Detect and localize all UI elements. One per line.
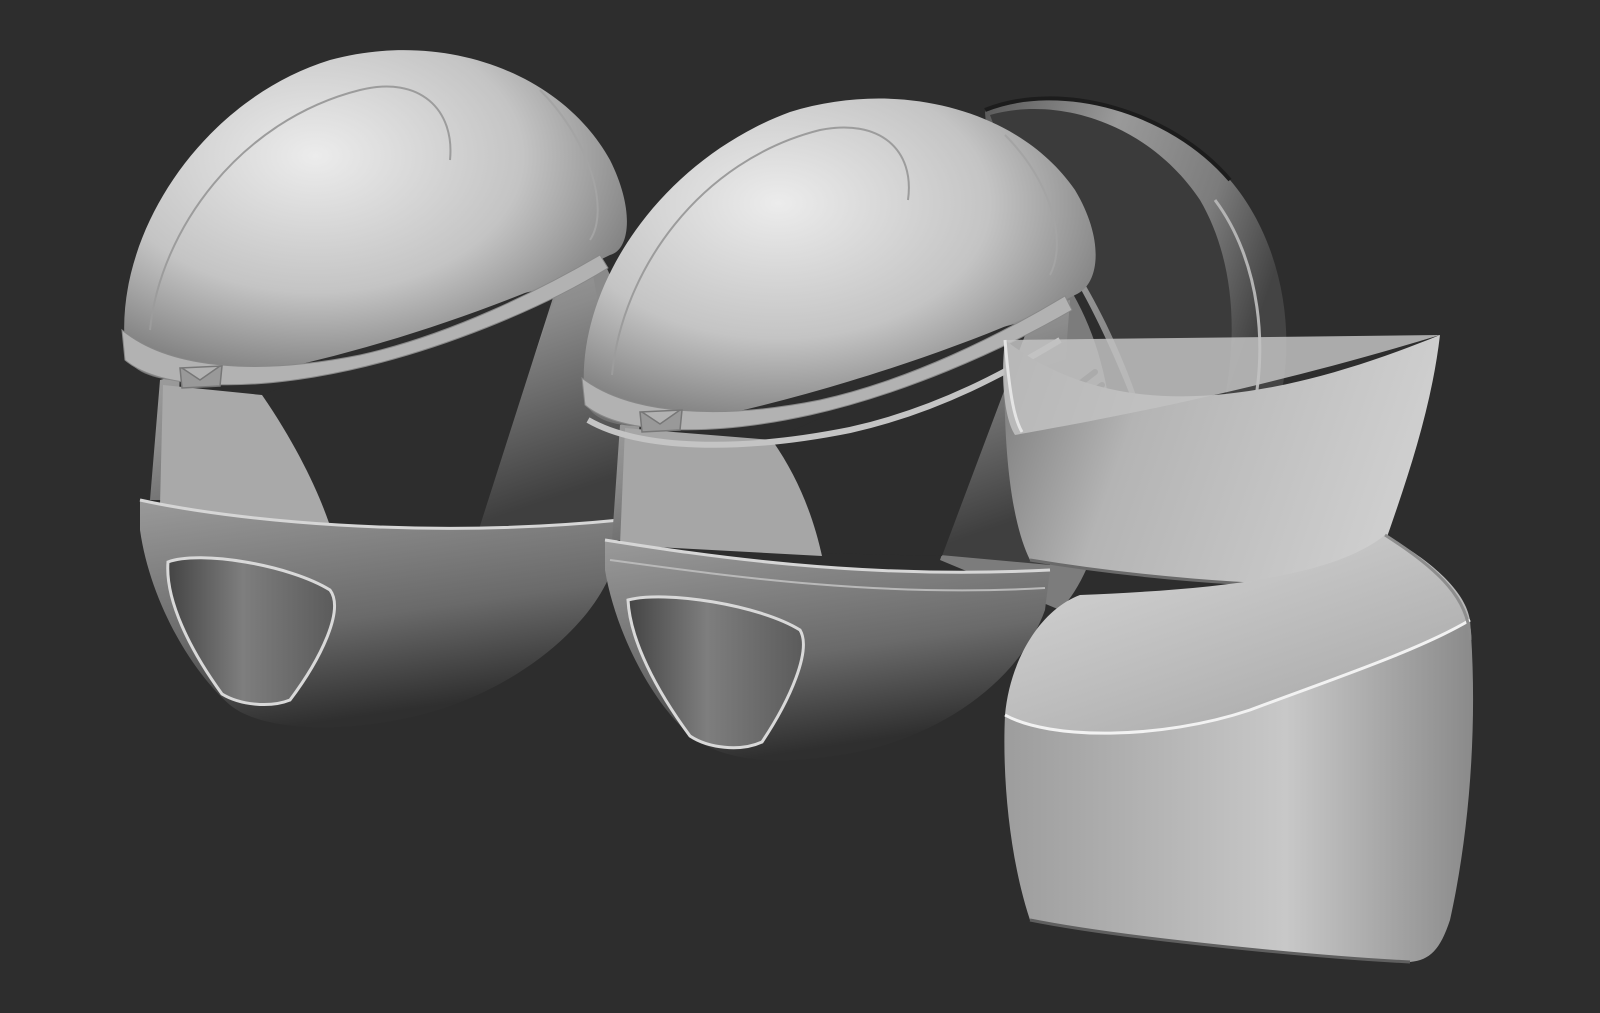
viewport-canvas[interactable] xyxy=(0,0,1600,1013)
helmet-full[interactable] xyxy=(121,50,640,728)
helmet-neck-guard[interactable] xyxy=(1004,533,1474,964)
sculpt-viewport[interactable] xyxy=(0,0,1600,1013)
